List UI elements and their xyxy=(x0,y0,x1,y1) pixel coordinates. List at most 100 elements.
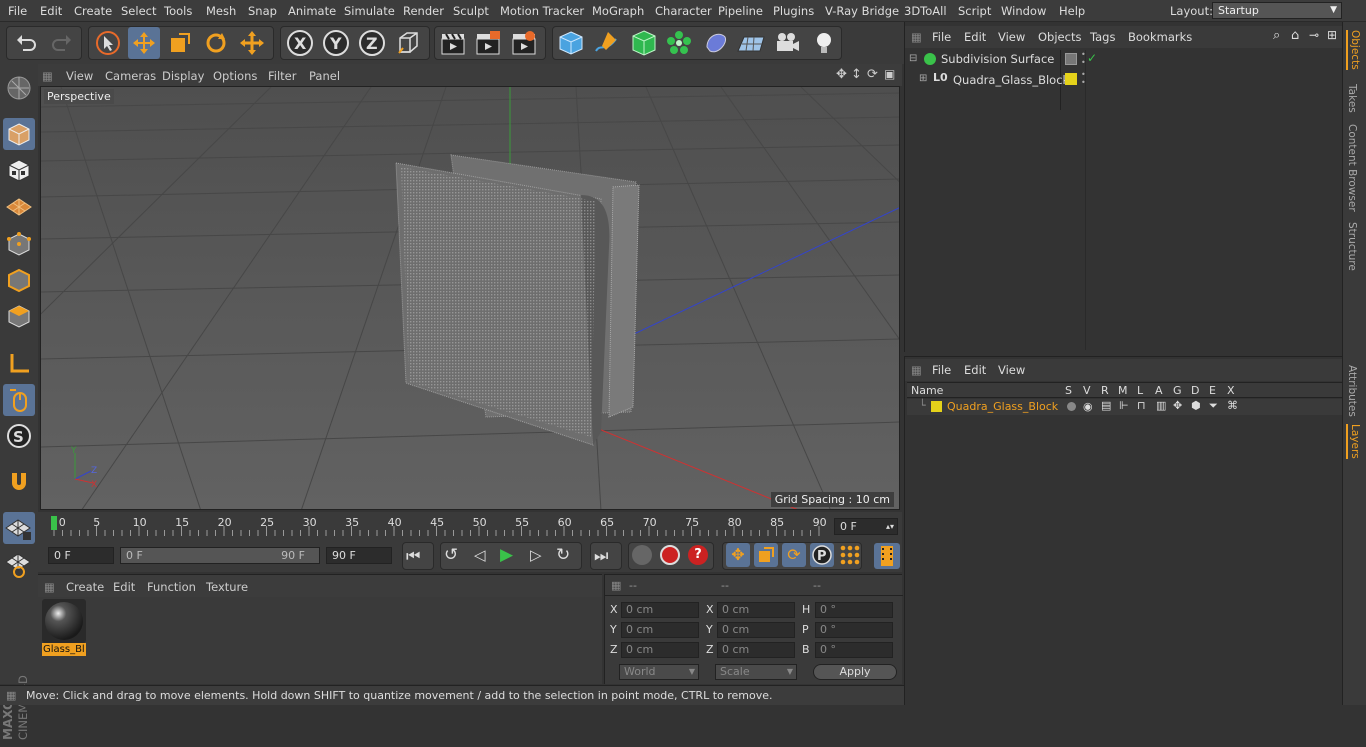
workplane-mode-button[interactable] xyxy=(3,190,35,222)
layer-color-swatch[interactable] xyxy=(1065,73,1077,85)
redo-button[interactable] xyxy=(46,27,78,59)
go-to-start-button[interactable]: ⏮ xyxy=(406,546,420,566)
rot-h-field[interactable]: 0 ° xyxy=(815,602,893,618)
menu-motion-tracker[interactable]: Motion Tracker xyxy=(500,4,584,18)
rotate-tool-button[interactable] xyxy=(200,27,232,59)
render-settings-button[interactable] xyxy=(508,27,540,59)
menu-vray-bridge[interactable]: V-Ray Bridge xyxy=(825,4,899,18)
layer-row[interactable]: └ Quadra_Glass_Block ◉ ▤ ⊩ ⊓ ▥ ✥ ⬢ ⏷ ⌘ xyxy=(907,399,1343,415)
zoom-view-icon[interactable]: ↕ xyxy=(851,67,862,82)
render-clapboard-icon[interactable]: ▤ xyxy=(1101,399,1111,412)
material-name-label[interactable]: Glass_Bl xyxy=(42,643,86,656)
size-x-field[interactable]: 0 cm xyxy=(717,602,795,618)
material-menu-create[interactable]: Create xyxy=(66,580,104,594)
viewport-menu-view[interactable]: View xyxy=(66,69,93,83)
scale-tool-button[interactable] xyxy=(164,27,196,59)
edit-render-toggle[interactable] xyxy=(1065,53,1077,65)
model-mode-button[interactable] xyxy=(3,118,35,150)
menu-snap[interactable]: Snap xyxy=(248,4,277,18)
manager-icon[interactable]: ⊩ xyxy=(1119,399,1129,412)
eye-icon[interactable]: ◉ xyxy=(1083,400,1093,413)
layer-menu-view[interactable]: View xyxy=(998,363,1025,377)
record-button[interactable] xyxy=(660,545,680,565)
y-axis-lock-button[interactable]: Y xyxy=(320,27,352,59)
subdivision-surface-button[interactable] xyxy=(628,27,660,59)
deformer-button[interactable] xyxy=(700,27,732,59)
tab-takes[interactable]: Takes xyxy=(1346,84,1358,113)
object-row[interactable]: ⊟ Subdivision Surface • • ✓ xyxy=(905,50,1343,110)
drag-handle-icon[interactable]: ▦ xyxy=(42,69,53,83)
menu-create[interactable]: Create xyxy=(74,4,112,18)
floor-button[interactable] xyxy=(735,27,767,59)
viewport-camera-label[interactable]: Perspective xyxy=(44,89,114,104)
toggle-view-icon[interactable]: ▣ xyxy=(884,67,895,81)
pan-view-icon[interactable]: ✥ xyxy=(836,67,847,82)
search-icon[interactable]: ⌕ xyxy=(1273,28,1280,43)
menu-window[interactable]: Window xyxy=(1001,4,1046,18)
menu-script[interactable]: Script xyxy=(958,4,991,18)
expand-icon[interactable]: ⊞ xyxy=(919,73,927,84)
viewport-menu-filter[interactable]: Filter xyxy=(268,69,296,83)
points-mode-button[interactable] xyxy=(3,228,35,260)
coordinate-mode-dropdown[interactable]: World ▼ xyxy=(619,664,699,680)
rot-b-field[interactable]: 0 ° xyxy=(815,642,893,658)
frame-range-slider[interactable]: 0 F 90 F xyxy=(120,547,320,564)
object-name[interactable]: Subdivision Surface xyxy=(941,52,1054,66)
key-rotation-button[interactable]: ⟳ xyxy=(782,543,806,567)
move-tool-button[interactable] xyxy=(128,27,160,59)
collapse-icon[interactable]: ⊟ xyxy=(909,53,917,64)
menu-plugins[interactable]: Plugins xyxy=(773,4,814,18)
col-locked[interactable]: L xyxy=(1137,384,1143,397)
menu-mesh[interactable]: Mesh xyxy=(206,4,236,18)
solo-toggle-icon[interactable] xyxy=(1067,402,1076,411)
tab-objects[interactable]: Objects xyxy=(1346,30,1361,70)
col-view[interactable]: V xyxy=(1083,384,1091,397)
menu-mograph[interactable]: MoGraph xyxy=(592,4,644,18)
key-scale-button[interactable] xyxy=(754,543,778,567)
layout-dropdown[interactable]: Startup ▼ xyxy=(1212,2,1342,19)
col-manager[interactable]: M xyxy=(1118,384,1128,397)
enabled-check-icon[interactable]: ✓ xyxy=(1087,51,1097,65)
layer-menu-file[interactable]: File xyxy=(932,363,951,377)
col-deformers[interactable]: D xyxy=(1191,384,1199,397)
material-menu-function[interactable]: Function xyxy=(147,580,196,594)
undo-button[interactable] xyxy=(10,27,42,59)
next-key-button[interactable]: ↻ xyxy=(556,545,570,565)
current-frame-field[interactable]: 0 F ▴▾ xyxy=(834,518,898,535)
object-menu-tags[interactable]: Tags xyxy=(1090,30,1115,44)
pos-x-field[interactable]: 0 cm xyxy=(621,602,699,618)
lock-icon[interactable]: ⊓ xyxy=(1137,399,1146,412)
menu-select[interactable]: Select xyxy=(121,4,156,18)
camera-button[interactable] xyxy=(771,27,803,59)
next-frame-button[interactable]: ▷ xyxy=(530,546,542,564)
menu-render[interactable]: Render xyxy=(403,4,444,18)
rot-p-field[interactable]: 0 ° xyxy=(815,622,893,638)
menu-tools[interactable]: Tools xyxy=(164,4,192,18)
col-name[interactable]: Name xyxy=(911,384,943,397)
previous-frame-button[interactable]: ◁ xyxy=(474,546,486,564)
object-name[interactable]: Quadra_Glass_Block xyxy=(953,73,1069,87)
tab-layers[interactable]: Layers xyxy=(1346,424,1361,459)
transform-tool-button[interactable] xyxy=(236,27,268,59)
layer-menu-edit[interactable]: Edit xyxy=(964,363,986,377)
deformer-icon[interactable]: ⬢ xyxy=(1191,399,1201,412)
render-view-button[interactable] xyxy=(437,27,469,59)
menu-3dtoall[interactable]: 3DToAll xyxy=(904,4,947,18)
col-expressions[interactable]: E xyxy=(1209,384,1216,397)
menu-help[interactable]: Help xyxy=(1059,4,1085,18)
cloner-button[interactable] xyxy=(663,27,695,59)
object-menu-view[interactable]: View xyxy=(998,30,1025,44)
col-solo[interactable]: S xyxy=(1065,384,1072,397)
edges-mode-button[interactable] xyxy=(3,264,35,296)
go-to-end-button[interactable]: ⏭ xyxy=(594,546,608,566)
expression-icon[interactable]: ⏷ xyxy=(1209,399,1218,413)
col-render[interactable]: R xyxy=(1101,384,1109,397)
col-animation[interactable]: A xyxy=(1155,384,1163,397)
autokey-icon[interactable]: ? xyxy=(688,545,708,565)
apply-button[interactable]: Apply xyxy=(813,664,897,680)
tab-structure[interactable]: Structure xyxy=(1346,222,1358,271)
new-window-icon[interactable]: ⊞ xyxy=(1327,28,1337,42)
drag-handle-icon[interactable]: ▦ xyxy=(911,30,922,44)
object-row[interactable]: ⊞ L0 Quadra_Glass_Block • • xyxy=(905,70,1343,90)
menu-simulate[interactable]: Simulate xyxy=(344,4,395,18)
